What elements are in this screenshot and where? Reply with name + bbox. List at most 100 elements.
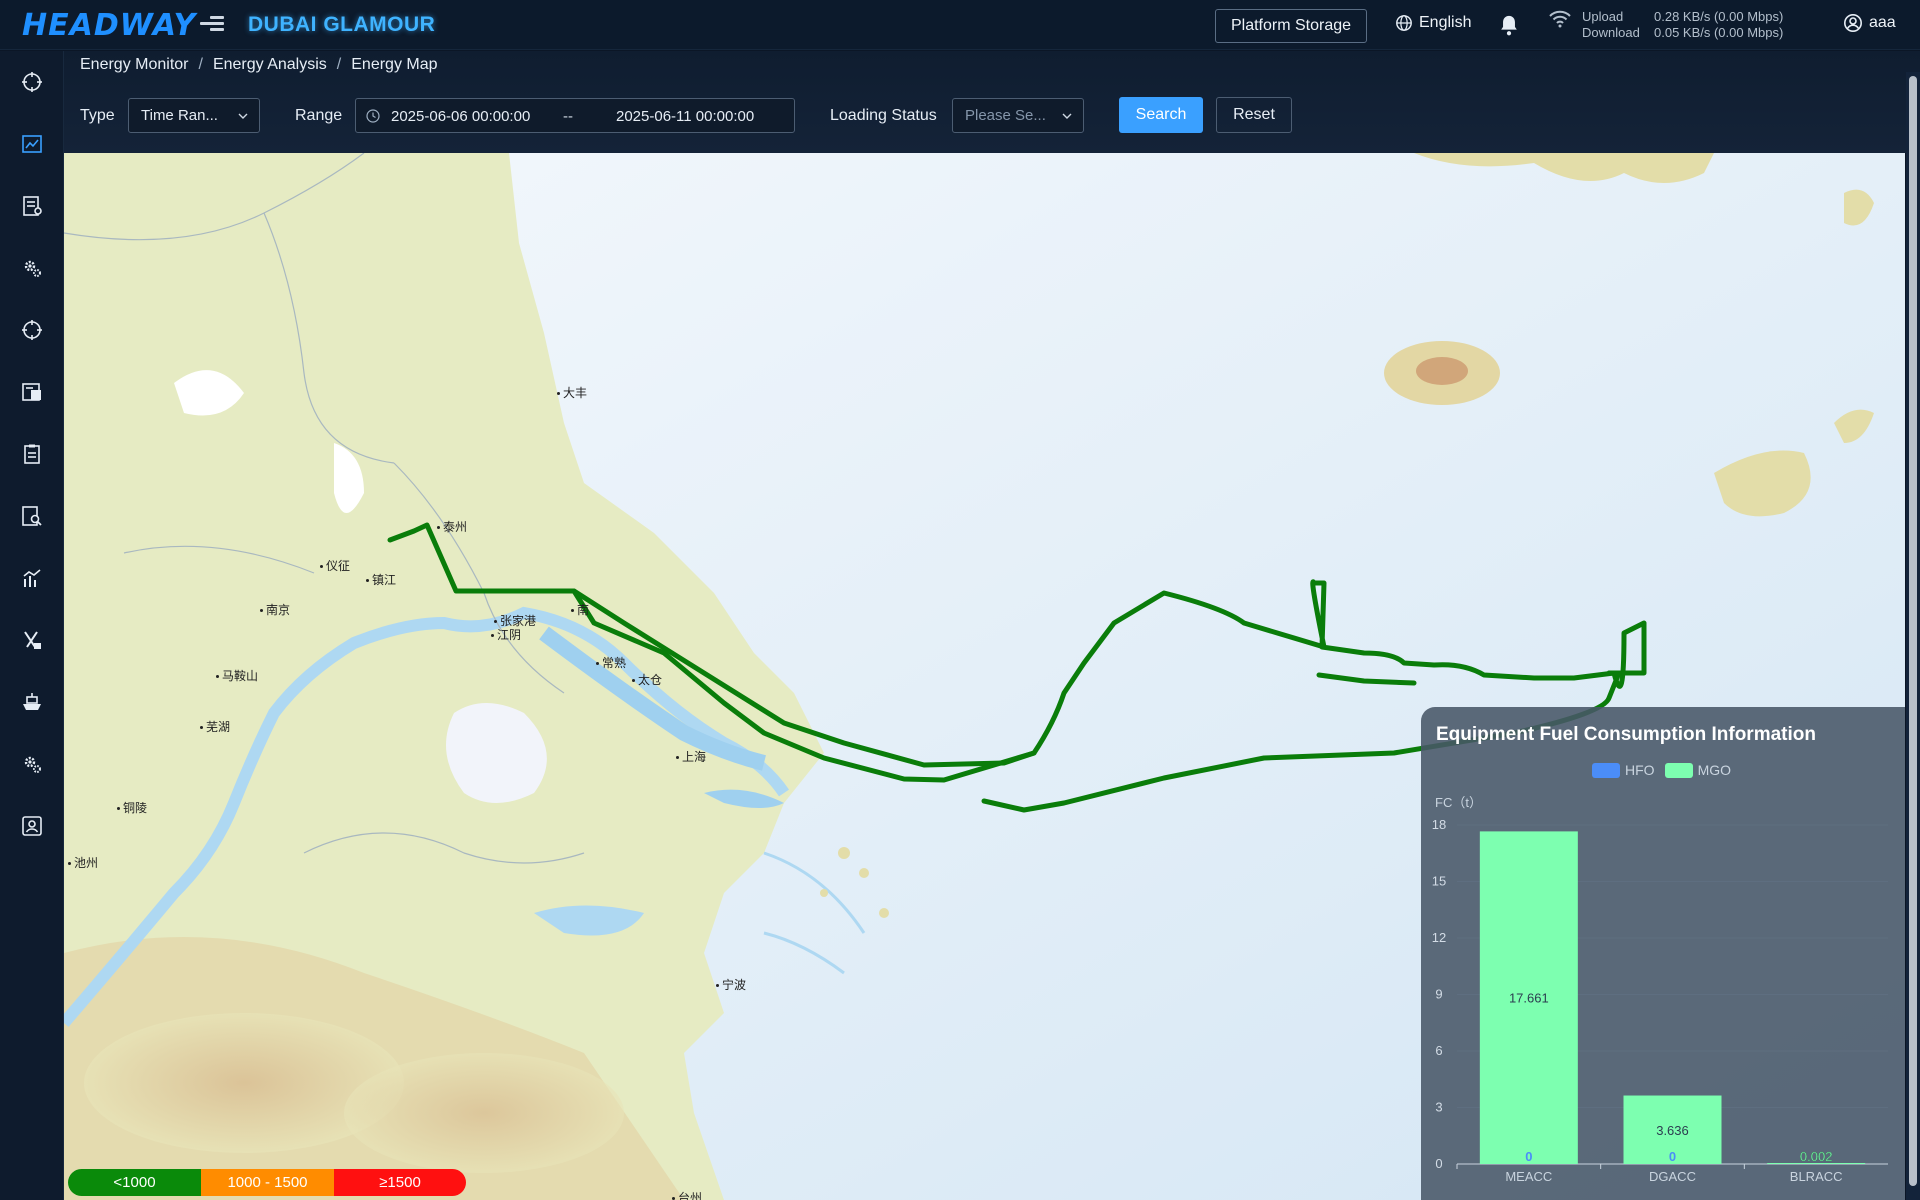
sidebar-item-clipboard[interactable]: [19, 441, 45, 467]
document-list-icon: [22, 383, 41, 401]
search-button[interactable]: Search: [1119, 97, 1203, 133]
range-label: Range: [295, 107, 343, 124]
sidebar-item-settings[interactable]: [19, 751, 45, 777]
breadcrumb-energy-map: Energy Map: [351, 56, 438, 73]
sidebar-item-energy-analysis[interactable]: [19, 131, 45, 157]
city-label: 镇江: [366, 571, 396, 588]
x-tick-label: BLRACC: [1790, 1169, 1843, 1184]
type-select-value: Time Ran...: [141, 107, 218, 124]
range-start-input[interactable]: 2025-06-06 00:00:00: [391, 108, 530, 125]
city-label: 台州: [672, 1189, 702, 1200]
bell-icon[interactable]: [1498, 13, 1520, 37]
sidebar-item-document-list[interactable]: [19, 379, 45, 405]
legend-high: ≥1500: [334, 1169, 466, 1196]
download-label: Download: [1582, 25, 1640, 40]
sidebar-item-ship[interactable]: [19, 689, 45, 715]
breadcrumb-separator: /: [336, 56, 342, 73]
analytics-icon: [23, 569, 41, 587]
sidebar-item-gears[interactable]: [19, 255, 45, 281]
language-label: English: [1419, 14, 1472, 31]
network-status: Upload 0.28 KB/s (0.00 Mbps) Download 0.05…: [1548, 9, 1783, 41]
crosshair-icon: [22, 72, 42, 92]
x-tick-label: DGACC: [1649, 1169, 1696, 1184]
upload-label: Upload: [1582, 9, 1624, 24]
city-label: 铜陵: [117, 799, 147, 816]
reset-button[interactable]: Reset: [1216, 97, 1292, 133]
sidebar-item-analytics[interactable]: [19, 565, 45, 591]
range-end-input[interactable]: 2025-06-11 00:00:00: [616, 108, 754, 125]
loading-status-label: Loading Status: [830, 107, 937, 124]
type-label: Type: [80, 107, 115, 124]
sidebar-item-search-document[interactable]: [19, 503, 45, 529]
breadcrumb-energy-analysis[interactable]: Energy Analysis: [213, 56, 327, 74]
city-label: 泰州: [437, 518, 467, 535]
gears-icon: [24, 260, 41, 277]
legend-low: <1000: [68, 1169, 201, 1196]
language-selector[interactable]: English: [1395, 14, 1471, 32]
city-label: 太仓: [632, 671, 662, 688]
sidebar-item-user-card[interactable]: [19, 813, 45, 839]
user-card-icon: [22, 816, 42, 836]
user-menu[interactable]: aaa: [1843, 13, 1896, 33]
scrollbar-thumb[interactable]: [1909, 76, 1917, 1186]
breadcrumb: Energy Monitor / Energy Analysis / Energ…: [80, 56, 438, 74]
fuel-consumption-panel: Equipment Fuel Consumption Information H…: [1421, 707, 1905, 1200]
x-tick-label: MEACC: [1505, 1169, 1552, 1184]
wifi-icon: [1549, 10, 1571, 28]
logo: HEADWAY: [22, 8, 197, 43]
user-icon: [1844, 14, 1862, 32]
breadcrumb-separator: /: [198, 56, 203, 73]
speed-legend: <1000 1000 - 1500 ≥1500: [68, 1169, 466, 1196]
data-label-hfo: 0: [1669, 1149, 1676, 1164]
city-label: 仪征: [320, 557, 350, 574]
data-label-mgo: 3.636: [1656, 1123, 1689, 1138]
sidebar: [0, 51, 64, 1200]
city-label: 江阴: [491, 626, 521, 643]
city-label: 上海: [676, 748, 706, 765]
city-label: 南: [571, 601, 589, 618]
data-label-mgo: 0.002: [1800, 1149, 1833, 1164]
sidebar-item-report[interactable]: [19, 193, 45, 219]
sidebar-item-crosshair[interactable]: [19, 69, 45, 95]
content-header: Energy Monitor / Energy Analysis / Energ…: [64, 51, 1920, 153]
city-label: 常熟: [596, 654, 626, 671]
y-axis-label: FC（t）: [1435, 795, 1482, 810]
user-name: aaa: [1869, 14, 1896, 31]
sidebar-item-target[interactable]: [19, 317, 45, 343]
y-tick-label: 15: [1432, 874, 1446, 889]
y-tick-label: 18: [1432, 817, 1446, 832]
upload-value: 0.28 KB/s (0.00 Mbps): [1654, 9, 1784, 24]
report-icon: [23, 196, 42, 216]
y-tick-label: 12: [1432, 930, 1446, 945]
search-document-icon: [22, 506, 42, 526]
type-select[interactable]: Time Ran...: [128, 98, 260, 133]
y-tick-label: 0: [1435, 1156, 1442, 1171]
legend-mid: 1000 - 1500: [201, 1169, 334, 1196]
download-value: 0.05 KB/s (0.00 Mbps): [1654, 25, 1784, 40]
city-label: 马鞍山: [216, 667, 258, 684]
chevron-down-icon: [1062, 113, 1072, 119]
target-icon: [22, 320, 42, 340]
chart-icon: [22, 135, 42, 153]
ship-name: DUBAI GLAMOUR: [248, 13, 436, 36]
menu-toggle-icon[interactable]: [200, 13, 224, 37]
sidebar-item-tools[interactable]: [19, 627, 45, 653]
clipboard-icon: [24, 444, 40, 464]
data-label-mgo: 17.661: [1509, 991, 1549, 1006]
city-label: 南京: [260, 601, 290, 618]
top-bar: HEADWAY DUBAI GLAMOUR Platform Storage E…: [0, 0, 1920, 50]
loading-status-select[interactable]: Please Se...: [952, 98, 1084, 133]
city-label: 池州: [68, 854, 98, 871]
city-label: 芜湖: [200, 718, 230, 735]
range-separator: --: [563, 108, 573, 125]
clock-icon: [366, 109, 380, 123]
loading-status-placeholder: Please Se...: [965, 107, 1046, 124]
fuel-bar-chart: FC（t） 0 3 6 9 12 15 18 MEACC 17.661 0 DGACC 3.636 0 BL…: [1432, 795, 1888, 1184]
city-label: 大丰: [557, 384, 587, 401]
platform-storage-button[interactable]: Platform Storage: [1215, 9, 1367, 43]
tools-icon: [24, 631, 41, 649]
breadcrumb-energy-monitor[interactable]: Energy Monitor: [80, 56, 189, 74]
date-range-picker[interactable]: 2025-06-06 00:00:00 -- 2025-06-11 00:00:…: [355, 98, 795, 133]
ship-icon: [23, 693, 41, 710]
settings-icon: [24, 756, 41, 773]
